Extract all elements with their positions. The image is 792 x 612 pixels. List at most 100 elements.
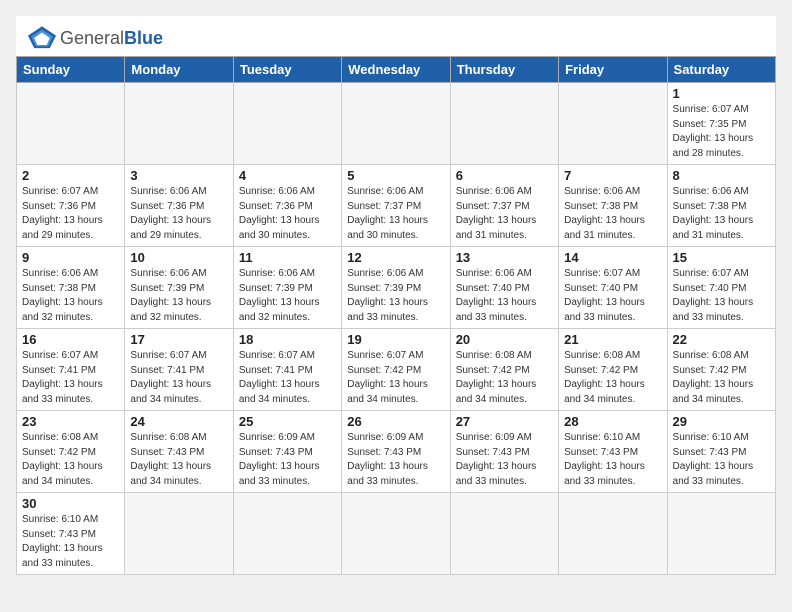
calendar-cell: 6 Sunrise: 6:06 AM Sunset: 7:37 PM Daylig… bbox=[450, 165, 558, 247]
day-info: Sunrise: 6:06 AM Sunset: 7:38 PM Dayligh… bbox=[22, 267, 119, 325]
day-number: 7 bbox=[564, 168, 661, 183]
calendar-cell: 14 Sunrise: 6:07 AM Sunset: 7:40 PM Dayli… bbox=[559, 247, 667, 329]
calendar-week-row: 2 Sunrise: 6:07 AM Sunset: 7:36 PM Daylig… bbox=[17, 165, 776, 247]
calendar-cell: 2 Sunrise: 6:07 AM Sunset: 7:36 PM Daylig… bbox=[17, 165, 125, 247]
day-info: Sunrise: 6:06 AM Sunset: 7:38 PM Dayligh… bbox=[673, 185, 770, 243]
day-number: 16 bbox=[22, 332, 119, 347]
weekday-header: Thursday bbox=[450, 57, 558, 83]
day-info: Sunrise: 6:09 AM Sunset: 7:43 PM Dayligh… bbox=[456, 431, 553, 489]
calendar-cell: 30Sunrise: 6:10 AM Sunset: 7:43 PM Dayli… bbox=[17, 493, 125, 575]
day-number: 13 bbox=[456, 250, 553, 265]
calendar-cell bbox=[233, 493, 341, 575]
calendar-cell: 9 Sunrise: 6:06 AM Sunset: 7:38 PM Daylig… bbox=[17, 247, 125, 329]
day-number: 22 bbox=[673, 332, 770, 347]
calendar-week-row: 9 Sunrise: 6:06 AM Sunset: 7:38 PM Daylig… bbox=[17, 247, 776, 329]
day-info: Sunrise: 6:07 AM Sunset: 7:35 PM Dayligh… bbox=[673, 103, 770, 161]
day-number: 26 bbox=[347, 414, 444, 429]
calendar-cell bbox=[342, 83, 450, 165]
day-number: 21 bbox=[564, 332, 661, 347]
day-number: 12 bbox=[347, 250, 444, 265]
calendar-cell: 24Sunrise: 6:08 AM Sunset: 7:43 PM Dayli… bbox=[125, 411, 233, 493]
calendar-cell: 1 Sunrise: 6:07 AM Sunset: 7:35 PM Daylig… bbox=[667, 83, 775, 165]
day-number: 27 bbox=[456, 414, 553, 429]
day-info: Sunrise: 6:07 AM Sunset: 7:40 PM Dayligh… bbox=[673, 267, 770, 325]
calendar-container: GeneralBlue SundayMondayTuesdayWednesday… bbox=[16, 16, 776, 575]
calendar-cell: 10Sunrise: 6:06 AM Sunset: 7:39 PM Dayli… bbox=[125, 247, 233, 329]
calendar-cell: 4 Sunrise: 6:06 AM Sunset: 7:36 PM Daylig… bbox=[233, 165, 341, 247]
calendar-cell bbox=[125, 83, 233, 165]
day-number: 25 bbox=[239, 414, 336, 429]
calendar-cell: 22 Sunrise: 6:08 AM Sunset: 7:42 PM Dayli… bbox=[667, 329, 775, 411]
day-info: Sunrise: 6:08 AM Sunset: 7:42 PM Dayligh… bbox=[564, 349, 661, 407]
calendar-week-row: 23 Sunrise: 6:08 AM Sunset: 7:42 PM Dayli… bbox=[17, 411, 776, 493]
day-number: 1 bbox=[673, 86, 770, 101]
day-number: 5 bbox=[347, 168, 444, 183]
calendar-cell: 20Sunrise: 6:08 AM Sunset: 7:42 PM Dayli… bbox=[450, 329, 558, 411]
day-number: 8 bbox=[673, 168, 770, 183]
day-number: 19 bbox=[347, 332, 444, 347]
day-number: 6 bbox=[456, 168, 553, 183]
day-info: Sunrise: 6:06 AM Sunset: 7:36 PM Dayligh… bbox=[239, 185, 336, 243]
calendar-cell: 28 Sunrise: 6:10 AM Sunset: 7:43 PM Dayli… bbox=[559, 411, 667, 493]
day-info: Sunrise: 6:08 AM Sunset: 7:42 PM Dayligh… bbox=[22, 431, 119, 489]
calendar-cell bbox=[450, 493, 558, 575]
logo: GeneralBlue bbox=[28, 26, 163, 50]
day-info: Sunrise: 6:10 AM Sunset: 7:43 PM Dayligh… bbox=[673, 431, 770, 489]
calendar-week-row: 30Sunrise: 6:10 AM Sunset: 7:43 PM Dayli… bbox=[17, 493, 776, 575]
day-info: Sunrise: 6:07 AM Sunset: 7:36 PM Dayligh… bbox=[22, 185, 119, 243]
calendar-cell: 29Sunrise: 6:10 AM Sunset: 7:43 PM Dayli… bbox=[667, 411, 775, 493]
calendar-cell bbox=[125, 493, 233, 575]
calendar-cell: 15Sunrise: 6:07 AM Sunset: 7:40 PM Dayli… bbox=[667, 247, 775, 329]
day-info: Sunrise: 6:06 AM Sunset: 7:38 PM Dayligh… bbox=[564, 185, 661, 243]
day-info: Sunrise: 6:07 AM Sunset: 7:41 PM Dayligh… bbox=[22, 349, 119, 407]
day-info: Sunrise: 6:08 AM Sunset: 7:42 PM Dayligh… bbox=[673, 349, 770, 407]
day-info: Sunrise: 6:07 AM Sunset: 7:41 PM Dayligh… bbox=[239, 349, 336, 407]
calendar-cell: 3Sunrise: 6:06 AM Sunset: 7:36 PM Daylig… bbox=[125, 165, 233, 247]
calendar-cell: 8 Sunrise: 6:06 AM Sunset: 7:38 PM Daylig… bbox=[667, 165, 775, 247]
day-info: Sunrise: 6:09 AM Sunset: 7:43 PM Dayligh… bbox=[347, 431, 444, 489]
day-number: 11 bbox=[239, 250, 336, 265]
day-info: Sunrise: 6:10 AM Sunset: 7:43 PM Dayligh… bbox=[22, 513, 119, 571]
calendar-cell: 19 Sunrise: 6:07 AM Sunset: 7:42 PM Dayli… bbox=[342, 329, 450, 411]
day-info: Sunrise: 6:07 AM Sunset: 7:40 PM Dayligh… bbox=[564, 267, 661, 325]
calendar-cell bbox=[450, 83, 558, 165]
day-info: Sunrise: 6:07 AM Sunset: 7:41 PM Dayligh… bbox=[130, 349, 227, 407]
day-number: 20 bbox=[456, 332, 553, 347]
calendar-cell: 27 Sunrise: 6:09 AM Sunset: 7:43 PM Dayli… bbox=[450, 411, 558, 493]
calendar-cell bbox=[667, 493, 775, 575]
calendar-cell bbox=[233, 83, 341, 165]
day-number: 2 bbox=[22, 168, 119, 183]
calendar-cell: 23 Sunrise: 6:08 AM Sunset: 7:42 PM Dayli… bbox=[17, 411, 125, 493]
day-info: Sunrise: 6:06 AM Sunset: 7:37 PM Dayligh… bbox=[347, 185, 444, 243]
logo-text: GeneralBlue bbox=[60, 28, 163, 49]
day-info: Sunrise: 6:08 AM Sunset: 7:43 PM Dayligh… bbox=[130, 431, 227, 489]
calendar-cell: 5 Sunrise: 6:06 AM Sunset: 7:37 PM Daylig… bbox=[342, 165, 450, 247]
day-number: 14 bbox=[564, 250, 661, 265]
day-info: Sunrise: 6:06 AM Sunset: 7:37 PM Dayligh… bbox=[456, 185, 553, 243]
logo-icon bbox=[28, 26, 56, 50]
weekday-header: Tuesday bbox=[233, 57, 341, 83]
calendar-week-row: 16 Sunrise: 6:07 AM Sunset: 7:41 PM Dayli… bbox=[17, 329, 776, 411]
calendar-cell: 16 Sunrise: 6:07 AM Sunset: 7:41 PM Dayli… bbox=[17, 329, 125, 411]
day-number: 28 bbox=[564, 414, 661, 429]
calendar-cell: 11 Sunrise: 6:06 AM Sunset: 7:39 PM Dayli… bbox=[233, 247, 341, 329]
day-info: Sunrise: 6:06 AM Sunset: 7:39 PM Dayligh… bbox=[239, 267, 336, 325]
calendar-cell: 7 Sunrise: 6:06 AM Sunset: 7:38 PM Daylig… bbox=[559, 165, 667, 247]
weekday-header: Saturday bbox=[667, 57, 775, 83]
day-info: Sunrise: 6:09 AM Sunset: 7:43 PM Dayligh… bbox=[239, 431, 336, 489]
calendar-week-row: 1 Sunrise: 6:07 AM Sunset: 7:35 PM Daylig… bbox=[17, 83, 776, 165]
day-number: 17 bbox=[130, 332, 227, 347]
day-info: Sunrise: 6:07 AM Sunset: 7:42 PM Dayligh… bbox=[347, 349, 444, 407]
calendar-cell: 26 Sunrise: 6:09 AM Sunset: 7:43 PM Dayli… bbox=[342, 411, 450, 493]
day-number: 9 bbox=[22, 250, 119, 265]
weekday-header: Wednesday bbox=[342, 57, 450, 83]
calendar-header: GeneralBlue bbox=[16, 16, 776, 56]
calendar-cell bbox=[559, 83, 667, 165]
day-number: 4 bbox=[239, 168, 336, 183]
calendar-cell: 21 Sunrise: 6:08 AM Sunset: 7:42 PM Dayli… bbox=[559, 329, 667, 411]
day-number: 23 bbox=[22, 414, 119, 429]
weekday-header: Sunday bbox=[17, 57, 125, 83]
day-info: Sunrise: 6:10 AM Sunset: 7:43 PM Dayligh… bbox=[564, 431, 661, 489]
weekday-header: Monday bbox=[125, 57, 233, 83]
calendar-cell bbox=[559, 493, 667, 575]
